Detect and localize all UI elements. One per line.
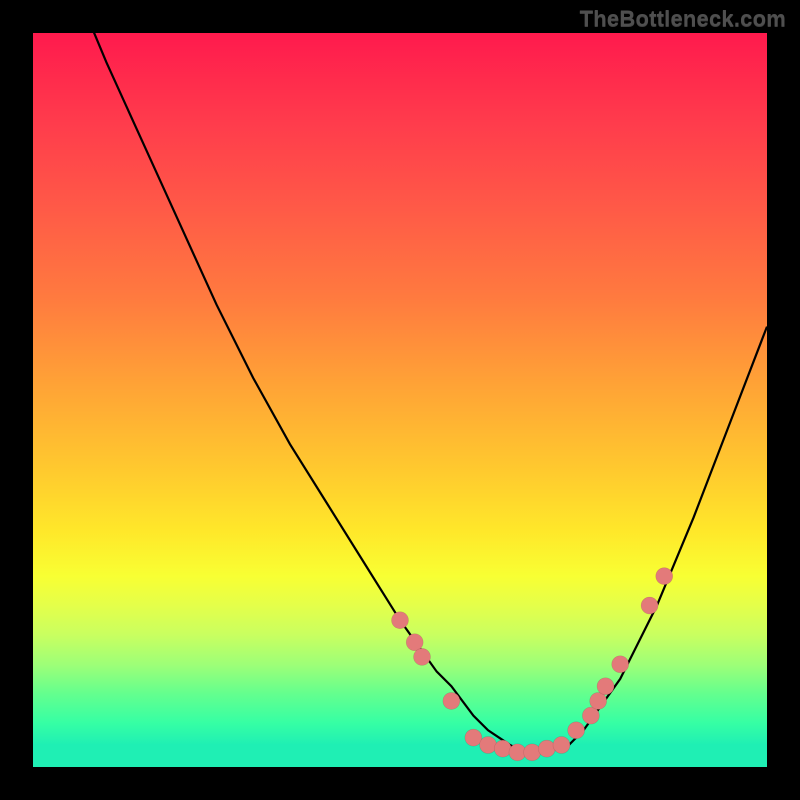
chart-root: TheBottleneck.com (0, 0, 800, 800)
brand-watermark: TheBottleneck.com (580, 6, 786, 32)
plot-area (33, 33, 767, 767)
